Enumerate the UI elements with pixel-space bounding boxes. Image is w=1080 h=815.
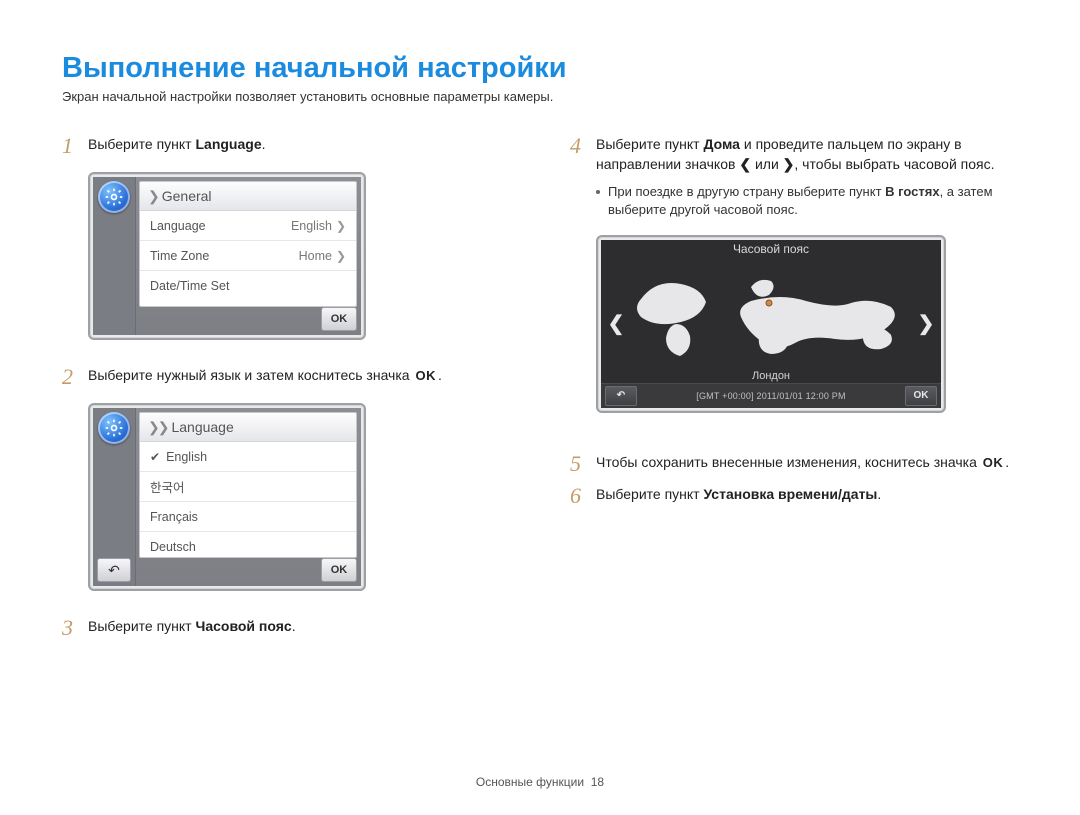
back-button[interactable]: ↶ [97,558,131,582]
ok-icon: OK [981,454,1006,473]
step-1-text: Выберите пункт Language. [88,134,266,154]
back-button[interactable]: ↶ [605,386,637,406]
next-timezone-button[interactable]: ❯ [913,311,939,337]
step-3-text: Выберите пункт Часовой пояс. [88,616,296,636]
world-map-icon [631,262,911,366]
ok-button[interactable]: OK [321,558,357,582]
gear-icon [98,181,130,213]
row-timezone[interactable]: Time Zone Home❯ [140,241,356,271]
ok-button[interactable]: OK [905,386,937,406]
chevron-right-icon: ❯ [783,156,795,172]
panel-heading-general: ❯ General [140,182,356,211]
settings-general-screenshot: ❯ General Language English❯ Time Zone Ho… [88,172,366,340]
page-footer: Основные функции 18 [0,775,1080,789]
step-4-text: Выберите пункт Дома и проведите пальцем … [596,134,1018,175]
gear-icon [98,412,130,444]
lang-option-french[interactable]: Français [140,502,356,532]
lang-option-german[interactable]: Deutsch [140,532,356,558]
back-icon: ↶ [617,390,625,401]
row-language[interactable]: Language English❯ [140,211,356,241]
settings-timezone-screenshot: Часовой пояс ❮ ❯ [596,235,946,413]
chevron-right-double-icon: ❯❯ [148,419,167,436]
check-icon: ✔ [150,450,160,464]
chevron-right-icon: ❯ [148,188,158,205]
ok-icon: OK [413,367,438,386]
back-icon: ↶ [108,562,120,579]
page-title: Выполнение начальной настройки [62,52,1018,85]
step-6-text: Выберите пункт Установка времени/даты. [596,484,881,504]
lang-option-korean[interactable]: 한국어 [140,472,356,502]
panel-heading-language: ❯❯ Language [140,413,356,442]
step-2-text: Выберите нужный язык и затем коснитесь з… [88,365,442,386]
step-number: 5 [570,452,596,476]
chevron-left-icon: ❮ [739,156,751,172]
timezone-gmt-label: [GMT +00:00] 2011/01/01 12:00 PM [696,391,845,401]
step-4-note: При поездке в другую страну выберите пун… [596,183,1018,219]
step-5-text: Чтобы сохранить внесенные изменения, кос… [596,452,1009,473]
prev-timezone-button[interactable]: ❮ [603,311,629,337]
page-subtitle: Экран начальной настройки позволяет уста… [62,89,1018,104]
row-datetime[interactable]: Date/Time Set [140,271,356,300]
chevron-right-icon: ❯ [336,219,346,233]
step-number: 3 [62,616,88,640]
step-number: 6 [570,484,596,508]
settings-language-screenshot: ↶ ❯❯ Language ✔ English 한국어 [88,403,366,591]
step-number: 1 [62,134,88,158]
chevron-right-icon: ❯ [336,249,346,263]
timezone-heading: Часовой пояс [601,242,941,256]
timezone-city: Лондон [601,370,941,382]
step-number: 2 [62,365,88,389]
bullet-icon [596,190,600,194]
ok-button[interactable]: OK [321,307,357,331]
lang-option-english[interactable]: ✔ English [140,442,356,472]
step-number: 4 [570,134,596,158]
